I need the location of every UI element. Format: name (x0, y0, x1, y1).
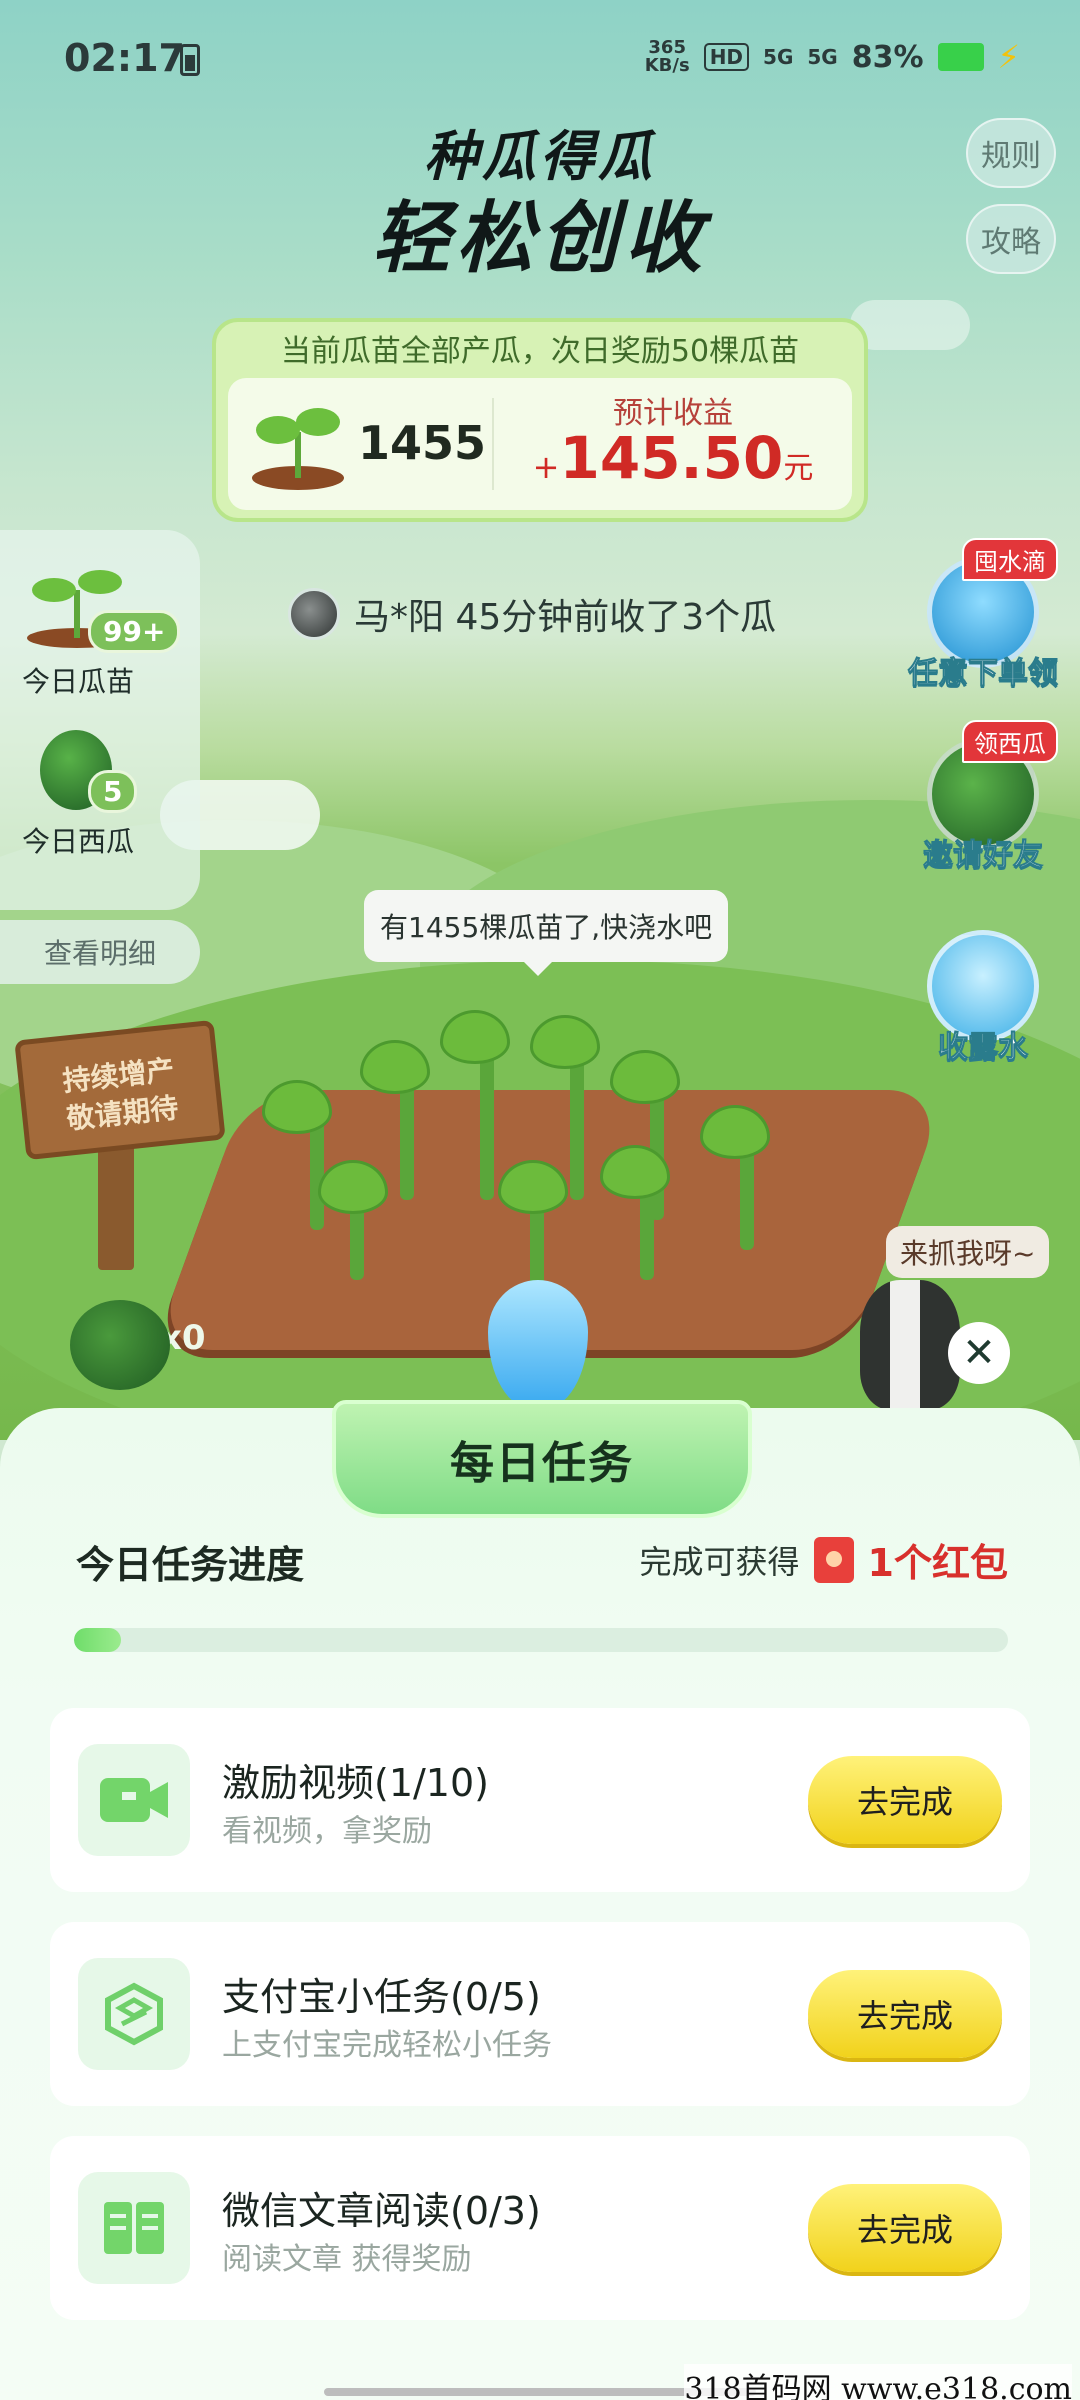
task-card: 激励视频(1/10) 看视频，拿奖励 去完成 (50, 1708, 1030, 1892)
red-envelope-icon (813, 1536, 854, 1583)
ticker-text: 马*阳 45分钟前收了3个瓜 (354, 597, 777, 638)
battery-icon (937, 43, 984, 71)
task-desc: 上支付宝完成轻松小任务 (222, 2028, 552, 2063)
task-name: 激励视频(1/10) (222, 1761, 489, 1805)
task-desc: 阅读文章 获得奖励 (222, 2242, 472, 2277)
task-card: 支付宝小任务(0/5) 上支付宝完成轻松小任务 去完成 (50, 1922, 1030, 2106)
earnings-inner: 1455 预计收益 +145.50元 (228, 378, 852, 510)
status-icons: 365 KB/s HD 5G 5G 83% ⚡ (645, 38, 1020, 76)
details-label: 查看明细 (44, 937, 157, 970)
charging-icon: ⚡ (997, 38, 1020, 76)
daily-tasks-tab: 每日任务 (332, 1400, 752, 1518)
tab-title: 每日任务 (450, 1438, 634, 1489)
task-complete-button[interactable]: 去完成 (808, 1756, 1002, 1844)
today-stats-panel: 99+ 今日瓜苗 5 今日西瓜 (0, 530, 200, 910)
progress-reward: 完成可获得 1个红包 (640, 1532, 1008, 1587)
today-melons-label: 今日西瓜 (22, 825, 135, 858)
badger-icon[interactable] (860, 1280, 960, 1410)
alipay-icon (78, 1958, 190, 2070)
today-seedlings-label: 今日瓜苗 (22, 665, 135, 698)
action-tag: 囤水滴 (962, 538, 1058, 581)
status-bar: 02:17 365 KB/s HD 5G 5G 83% ⚡ (0, 0, 1080, 120)
action-label: 任意下单领 (908, 656, 1059, 692)
status-time: 02:17 (64, 36, 185, 80)
progress-bar (74, 1628, 1008, 1652)
collect-dew-button[interactable]: 收露水 (908, 930, 1058, 1066)
task-complete-button[interactable]: 去完成 (808, 1970, 1002, 2058)
task-card: 微信文章阅读(0/3) 阅读文章 获得奖励 去完成 (50, 2136, 1030, 2320)
reward-text: 1个红包 (867, 1541, 1008, 1585)
earnings-card: 当前瓜苗全部产瓜，次日奖励50棵瓜苗 1455 预计收益 +145.50元 (212, 318, 868, 522)
task-name: 支付宝小任务(0/5) (222, 1975, 541, 2019)
progress-fill (74, 1628, 121, 1652)
seedling-badge: 99+ (88, 610, 181, 653)
guide-button[interactable]: 攻略 (966, 204, 1056, 274)
seedling-count: 1455 (358, 416, 487, 470)
task-complete-button[interactable]: 去完成 (808, 2184, 1002, 2272)
battery-percent: 83% (851, 39, 924, 75)
invite-friends-button[interactable]: 领西瓜 邀请好友 (908, 720, 1058, 874)
sprout-icon (252, 408, 344, 490)
task-name: 微信文章阅读(0/3) (222, 2189, 541, 2233)
video-icon (78, 1744, 190, 1856)
progress-title: 今日任务进度 (76, 1543, 305, 1587)
action-label: 收露水 (938, 1030, 1029, 1066)
cloud (850, 300, 970, 350)
melon-badge: 5 (88, 770, 138, 813)
order-reward-button[interactable]: 囤水滴 任意下单领 (908, 538, 1059, 692)
action-tag: 领西瓜 (962, 720, 1058, 763)
signal-5g-icon: 5G (807, 45, 838, 69)
badger-speech: 来抓我呀~ (886, 1226, 1050, 1278)
battery-small-icon (180, 44, 200, 76)
signal-5g-icon: 5G (763, 45, 794, 69)
estimate-amount: 145.50 (559, 424, 784, 492)
estimate-sign: + (532, 448, 560, 486)
melon-basket-icon[interactable] (70, 1300, 170, 1390)
action-label: 邀请好友 (923, 838, 1044, 874)
water-hint-bubble: 有1455棵瓜苗了,快浇水吧 (364, 890, 729, 976)
reward-headline: 当前瓜苗全部产瓜，次日奖励50棵瓜苗 (280, 334, 800, 369)
hd-icon: HD (703, 43, 750, 71)
reward-prefix: 完成可获得 (639, 1542, 800, 1581)
divider (492, 398, 494, 490)
rules-button[interactable]: 规则 (966, 118, 1056, 188)
avatar (288, 588, 340, 640)
estimate-value: +145.50元 (518, 424, 828, 492)
book-icon (78, 2172, 190, 2284)
estimate-unit: 元 (783, 451, 814, 486)
page-title-line2: 轻松创收 (371, 194, 708, 284)
watermark: 318首码网 www.e318.com (684, 2364, 1072, 2400)
harvest-ticker: 马*阳 45分钟前收了3个瓜 (288, 588, 776, 640)
network-speed: 365 KB/s (644, 37, 690, 76)
task-desc: 看视频，拿奖励 (222, 1814, 432, 1849)
close-icon[interactable]: ✕ (948, 1322, 1010, 1384)
coming-soon-sign: 持续增产 敬请期待 (14, 1019, 226, 1161)
bubble-text: 有1455棵瓜苗了,快浇水吧 (380, 911, 713, 944)
view-details-button[interactable]: 查看明细 (0, 920, 200, 984)
